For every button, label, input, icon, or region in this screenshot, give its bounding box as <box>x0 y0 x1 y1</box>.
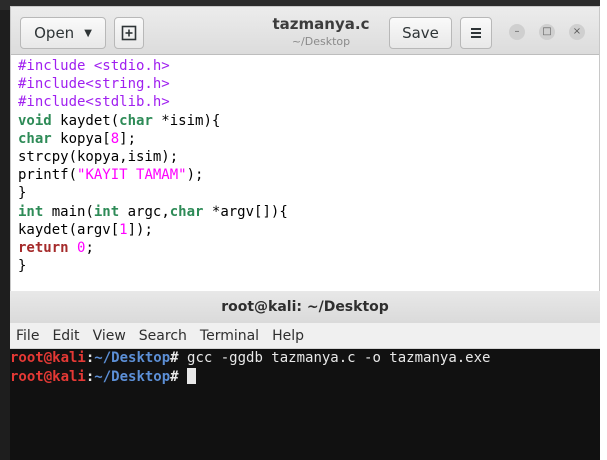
terminal-command: gcc -ggdb tazmanya.c -o tazmanya.exe <box>178 350 491 366</box>
code-token: strcpy(kopya,isim); <box>18 148 179 165</box>
code-token: return <box>18 239 69 256</box>
prompt-user: root@kali <box>10 369 86 385</box>
code-token: char <box>119 112 153 129</box>
open-button[interactable]: Open ▼ <box>20 17 106 49</box>
code-line: #include <stdio.h> <box>18 57 599 75</box>
code-line: kaydet(argv[1]); <box>18 221 599 239</box>
code-token: *argv[]){ <box>203 203 288 220</box>
code-line: char kopya[8]; <box>18 130 599 148</box>
hamburger-menu-icon <box>471 28 481 38</box>
code-token: char <box>18 130 52 147</box>
minimize-icon: – <box>514 26 520 37</box>
code-token: 8 <box>110 130 120 147</box>
terminal-menu-search[interactable]: Search <box>139 328 187 344</box>
code-token: main( <box>43 203 94 220</box>
code-token: char <box>169 203 204 220</box>
prompt-path: ~/Desktop <box>94 350 171 366</box>
hamburger-menu-button[interactable] <box>460 17 492 49</box>
code-line: } <box>18 184 599 202</box>
terminal-window: root@kali: ~/Desktop File Edit View Search T… <box>10 291 600 460</box>
code-token: void <box>18 112 52 129</box>
code-token: #include <stdio.h> <box>18 58 170 74</box>
code-token: printf( <box>18 167 78 184</box>
code-line: } <box>18 257 599 275</box>
prompt-path: ~/Desktop <box>94 369 171 385</box>
code-token: ; <box>85 239 94 256</box>
terminal-menu-view[interactable]: View <box>93 328 126 344</box>
terminal-line: root@kali:~/Desktop# <box>10 368 600 387</box>
terminal-menu-edit[interactable]: Edit <box>52 328 79 344</box>
right-edge <box>600 0 607 460</box>
code-token: kopya[ <box>51 130 111 147</box>
code-token: } <box>18 185 27 202</box>
code-token: kaydet( <box>51 112 120 129</box>
code-line: void kaydet(char *isim){ <box>18 112 599 130</box>
close-icon: × <box>572 26 582 37</box>
text-cursor <box>187 368 197 384</box>
code-line: #include<stdlib.h> <box>18 93 599 111</box>
prompt-hash: # <box>170 350 179 366</box>
terminal-output[interactable]: root@kali:~/Desktop# gcc -ggdb tazmanya.… <box>10 349 600 460</box>
code-token: 1 <box>119 221 128 238</box>
code-token: ); <box>186 167 204 184</box>
code-line: printf("KAYIT TAMAM"); <box>18 166 599 184</box>
new-document-button[interactable] <box>114 17 144 49</box>
chevron-down-icon: ▼ <box>84 27 92 39</box>
code-line: strcpy(kopya,isim); <box>18 148 599 166</box>
gedit-window: Open ▼ tazmanya.c ~/Desktop Save – □ × #… <box>10 6 600 291</box>
code-line: int main(int argc,char *argv[]){ <box>18 203 599 221</box>
prompt-hash: # <box>170 369 179 385</box>
new-document-icon <box>121 25 137 41</box>
save-button[interactable]: Save <box>389 17 452 49</box>
terminal-command <box>179 369 187 385</box>
code-token: ]; <box>119 130 137 147</box>
prompt-user: root@kali <box>10 350 86 366</box>
code-token: ]); <box>127 221 153 238</box>
code-token: } <box>18 258 27 275</box>
code-line: #include<string.h> <box>18 75 599 93</box>
terminal-line: root@kali:~/Desktop# gcc -ggdb tazmanya.… <box>10 349 600 368</box>
terminal-menu-help[interactable]: Help <box>272 328 304 344</box>
terminal-title: root@kali: ~/Desktop <box>10 291 600 324</box>
code-token: argc, <box>119 203 170 220</box>
maximize-icon: □ <box>542 26 552 37</box>
terminal-menu-terminal[interactable]: Terminal <box>200 328 259 344</box>
code-line: return 0; <box>18 239 599 257</box>
code-token: *isim){ <box>152 112 221 129</box>
code-token: #include<stdlib.h> <box>18 94 170 111</box>
code-token: "KAYIT TAMAM" <box>77 167 187 184</box>
code-editor[interactable]: #include <stdio.h> #include<string.h> #inc… <box>11 55 599 291</box>
gedit-headerbar: Open ▼ tazmanya.c ~/Desktop Save – □ × <box>11 7 599 55</box>
code-token: kaydet(argv[ <box>18 221 120 238</box>
maximize-button[interactable]: □ <box>539 24 555 40</box>
terminal-menubar: File Edit View Search Terminal Help <box>10 323 600 349</box>
terminal-menu-file[interactable]: File <box>16 328 39 344</box>
code-token: #include<string.h> <box>18 76 170 93</box>
close-button[interactable]: × <box>569 24 585 40</box>
code-token: int <box>18 203 44 220</box>
open-button-label: Open <box>34 24 75 42</box>
code-token: int <box>93 203 120 220</box>
minimize-button[interactable]: – <box>509 24 525 40</box>
